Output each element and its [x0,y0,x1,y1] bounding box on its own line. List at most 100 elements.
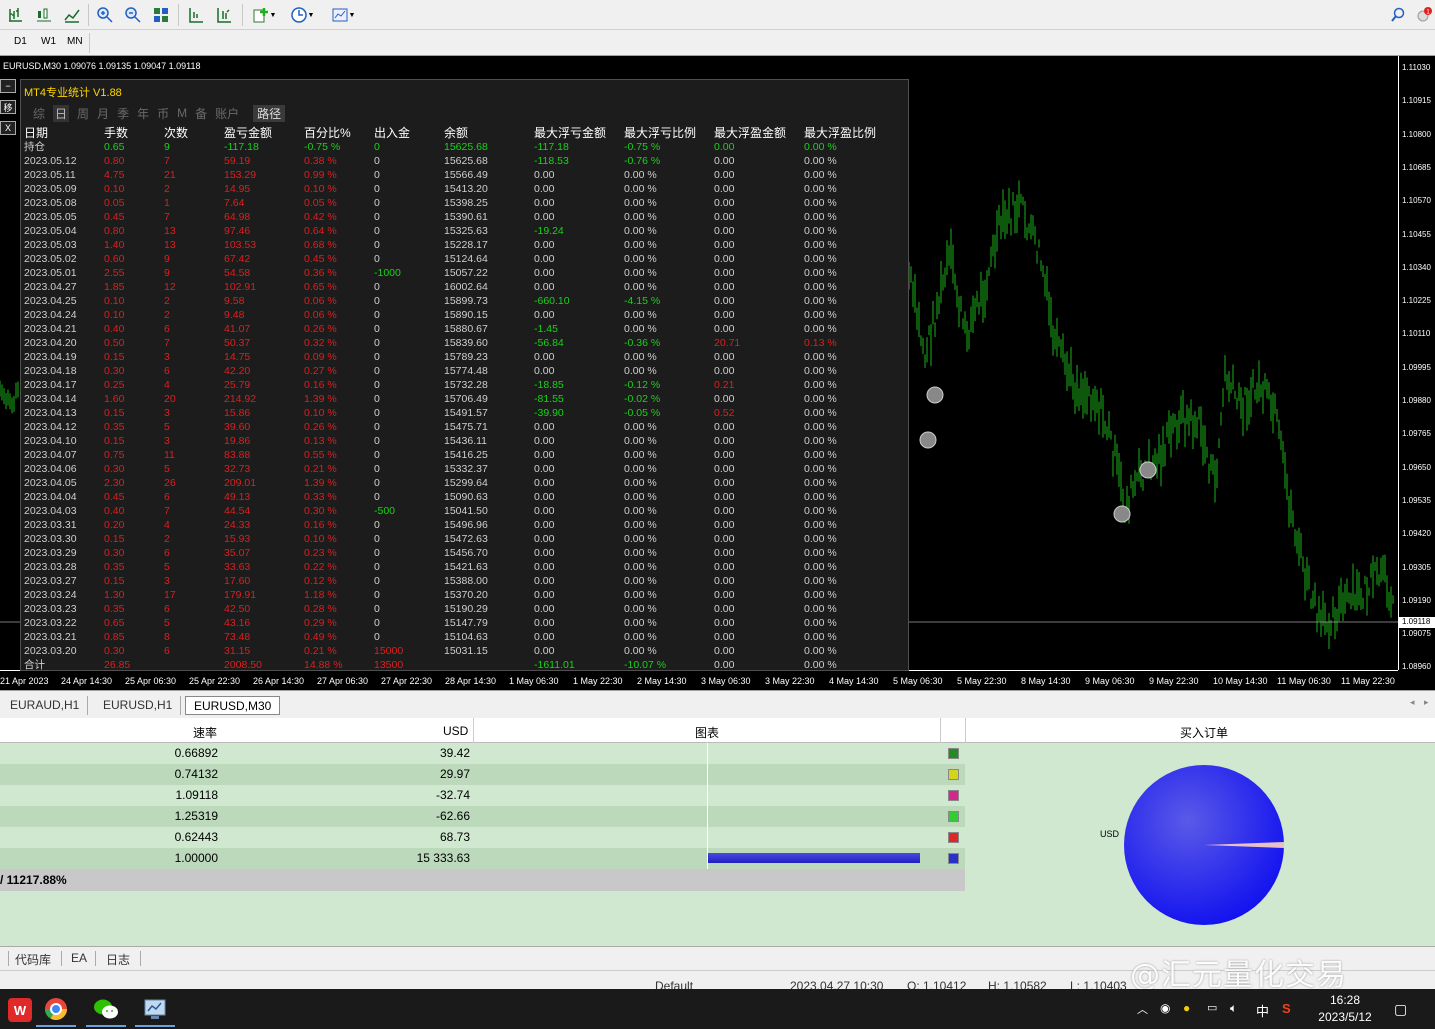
scroll-right-icon[interactable]: ▸ [1424,697,1429,708]
stats-cell: -39.90 [534,407,564,419]
notification-icon[interactable]: 1 [1412,4,1435,26]
stats-cell: 0.32 % [304,337,337,349]
search-icon[interactable] [1386,4,1410,26]
stats-row: 2023.04.10 0.15 3 19.86 0.13 % 0 15436.11 0.00 0… [21,434,908,448]
add-indicator-icon[interactable]: ▼ [248,4,280,26]
minimize-button[interactable]: − [0,79,16,93]
move-button[interactable]: 移 [0,100,16,114]
stats-cell: 1.60 [104,393,125,405]
ime-indicator[interactable]: 中 [1256,1001,1269,1020]
exposure-row: 1.09118 -32.74 [0,785,965,806]
tab-eurusd-h1[interactable]: EURUSD,H1 [95,696,182,715]
stats-tab[interactable]: 币 [157,105,169,122]
periodicity-icon[interactable]: ▼ [286,4,318,26]
stats-cell: 15732.28 [444,379,488,391]
close-button[interactable]: X [0,121,16,135]
time-tick: 9 May 22:30 [1149,676,1199,686]
tray-app2-icon[interactable]: ● [1183,1001,1190,1015]
stats-cell: 0.16 % [304,519,337,531]
stats-tab[interactable]: 月 [97,105,109,122]
stats-cell: 15370.20 [444,589,488,601]
clock[interactable]: 16:28 2023/5/12 [1300,992,1390,1026]
price-chart[interactable]: EURUSD,M30 1.09076 1.09135 1.09047 1.091… [0,56,1435,690]
tray-expand-icon[interactable]: ︿ [1137,1001,1148,1017]
stats-cell: 0 [374,631,380,643]
stats-tab[interactable]: 年 [137,105,149,122]
period-w1-button[interactable]: W1 [41,36,56,47]
zoom-in-icon[interactable] [93,4,117,26]
candle-chart-icon[interactable] [32,4,56,26]
mt4-icon[interactable] [135,993,175,1027]
price-tick: 1.09190 [1402,595,1431,605]
notification-center-icon[interactable]: ▢ [1394,1001,1407,1018]
templates-icon[interactable]: ▼ [326,4,360,26]
stats-cell: 15.86 [224,407,251,419]
stats-header-row: 日期 手数 次数 盈亏金额 百分比% 出入金 余额 最大浮亏金额 最大浮亏比例 最大浮盈金额 最大浮… [21,126,908,140]
stats-cell: 0.00 % [804,379,837,391]
zoom-out-icon[interactable] [121,4,145,26]
stats-cell: 0 [374,547,380,559]
stats-tab-path[interactable]: 路径 [253,104,286,122]
period-mn-button[interactable]: MN [67,36,83,47]
chart-shift-icon[interactable] [184,4,208,26]
chrome-icon[interactable] [36,993,76,1027]
watermark: @汇元量化交易 [1130,958,1347,993]
stats-cell: 15625.68 [444,141,488,153]
tab-ea[interactable]: EA [71,951,87,965]
color-swatch [948,769,959,780]
time-tick: 27 Apr 22:30 [381,676,433,686]
stats-cell: 2023.04.13 [24,407,77,419]
period-d1-button[interactable]: D1 [14,36,27,47]
volume-icon[interactable]: 🔈︎ [1230,1001,1237,1016]
stats-row: 2023.04.04 0.45 6 49.13 0.33 % 0 15090.63 0.00 0… [21,490,908,504]
stats-row: 2023.05.12 0.80 7 59.19 0.38 % 0 15625.68 -118.… [21,154,908,168]
wechat-icon[interactable] [86,993,126,1027]
stats-cell: 0.00 [534,589,555,601]
stats-cell: 7.64 [224,197,245,209]
line-chart-icon[interactable] [60,4,84,26]
tile-windows-icon[interactable] [149,4,173,26]
stats-cell: 2023.04.17 [24,379,77,391]
stats-cell: 15421.63 [444,561,488,573]
stats-cell: 0 [374,393,380,405]
stats-cell: 0.10 [104,183,125,195]
stats-cell: 0.09 % [304,351,337,363]
stats-cell: 0.15 [104,533,125,545]
stats-tab[interactable]: M [177,106,187,120]
tray-app-icon[interactable]: ◉ [1160,1001,1170,1015]
stats-tab[interactable]: 备 [195,105,207,122]
stats-cell: 0.00 [534,463,555,475]
wps-icon[interactable]: W [0,993,40,1027]
tab-codebase[interactable]: 代码库 [15,951,51,968]
stats-tab[interactable]: 日 [53,104,70,122]
stats-tab[interactable]: 综 [33,105,45,122]
stats-cell: 0.10 % [304,183,337,195]
tab-eurusd-m30[interactable]: EURUSD,M30 [185,696,281,715]
stats-cell: 3 [164,575,170,587]
stats-cell: 0 [374,323,380,335]
stats-cell: 0.00 [714,617,735,629]
color-swatch [948,832,959,843]
autoscroll-icon[interactable] [212,4,236,26]
network-icon[interactable]: ▭ [1207,1001,1217,1014]
stats-row: 2023.04.07 0.75 11 83.88 0.55 % 0 15416.25 0.00… [21,448,908,462]
stats-cell: 2023.05.09 [24,183,77,195]
stats-cell: 0.00 [534,421,555,433]
stats-cell: 持仓 [24,141,45,153]
stats-window[interactable]: MT4专业统计 V1.88 综日周月季年币 M 备账户 路径 日期 手数 次数 盈亏金额 百分… [20,79,909,671]
stats-cell: 15625.68 [444,155,488,167]
ime-s-icon[interactable]: S [1282,1001,1291,1016]
stats-cell: 0.45 % [304,253,337,265]
stats-tab[interactable]: 周 [77,105,89,122]
stats-cell: 0 [374,225,380,237]
stats-tab[interactable]: 季 [117,105,129,122]
stats-cell: 合计 [24,659,45,671]
bar-chart-icon[interactable] [4,4,28,26]
tab-euraud-h1[interactable]: EURAUD,H1 [2,696,89,715]
stats-cell: 15880.67 [444,323,488,335]
scroll-left-icon[interactable]: ◂ [1410,697,1415,708]
tab-log[interactable]: 日志 [106,951,130,968]
stats-cell: 0.00 [714,603,735,615]
stats-tab[interactable]: 账户 [215,105,239,122]
exposure-row: 1.25319 -62.66 [0,806,965,827]
